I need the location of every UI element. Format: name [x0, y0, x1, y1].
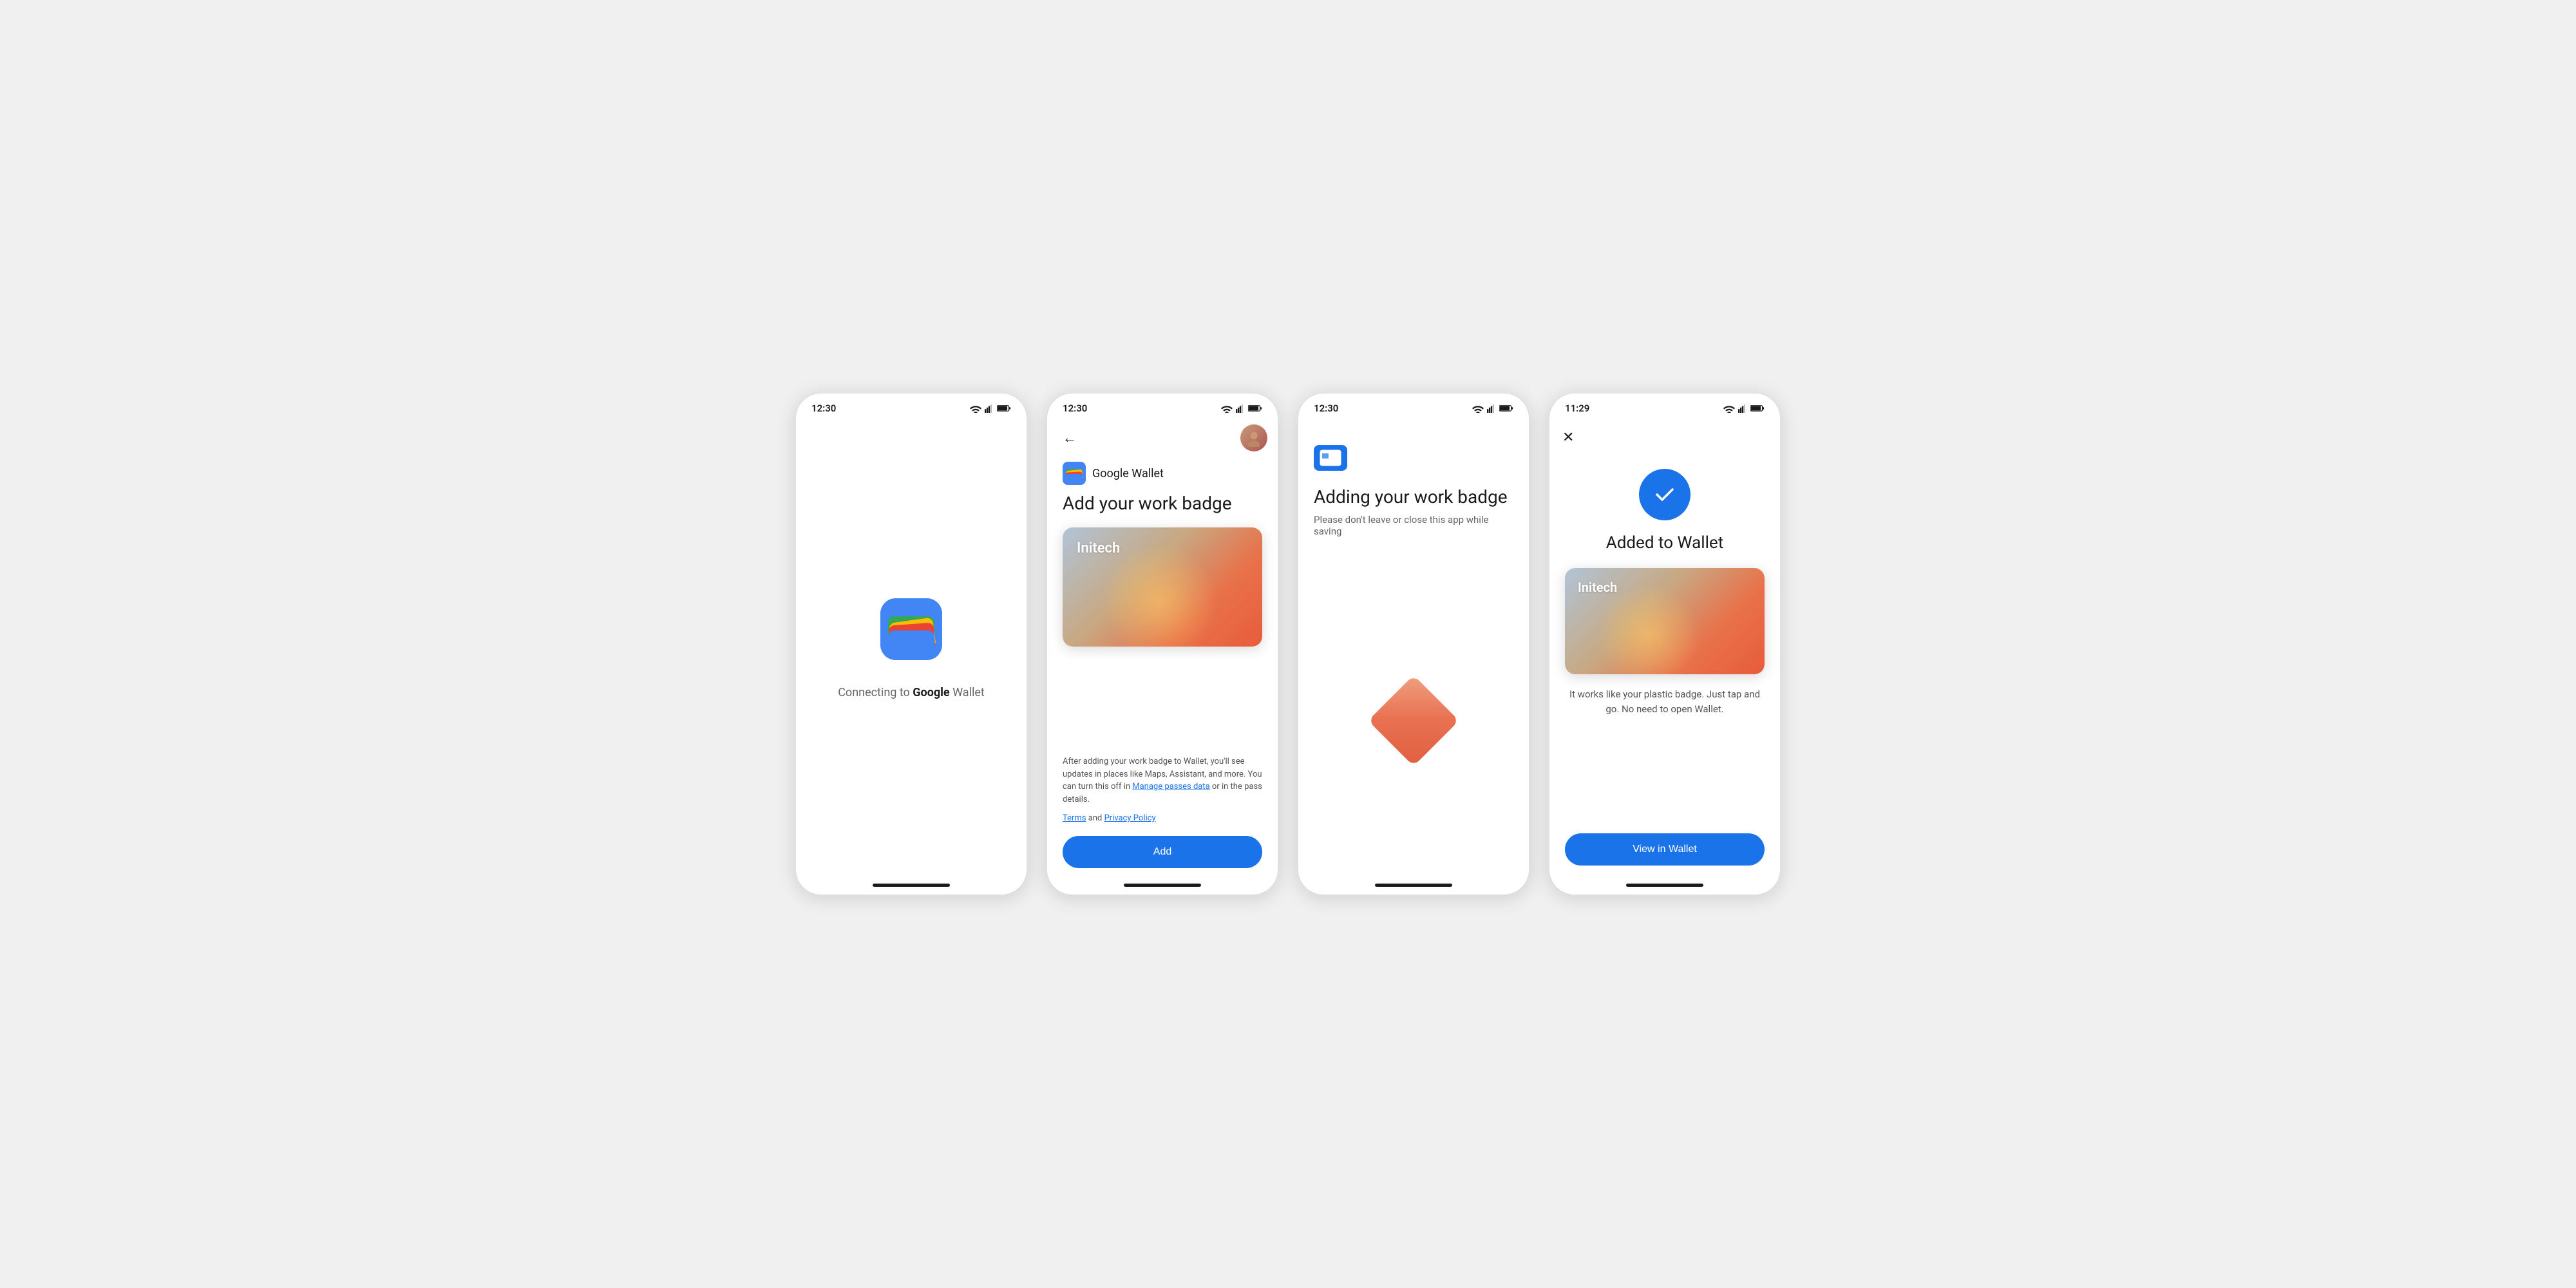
wifi-icon-4	[1723, 404, 1735, 413]
home-indicator-4[interactable]	[1626, 884, 1703, 887]
view-in-wallet-button[interactable]: View in Wallet	[1565, 833, 1765, 866]
status-icons-4	[1723, 404, 1765, 413]
initech-badge-card: Initech	[1063, 527, 1262, 647]
signal-icon-2	[1236, 404, 1245, 413]
wifi-icon	[970, 404, 981, 413]
screen3-phone: 12:30 Adding your work badge Pleas	[1298, 393, 1530, 895]
adding-subtitle: Please don't leave or close this app whi…	[1314, 514, 1513, 537]
connecting-prefix: Connecting to	[838, 686, 913, 699]
screen4-phone: 11:29 ✕ Added to Wallet Initech	[1549, 393, 1781, 895]
privacy-link[interactable]: Privacy Policy	[1104, 813, 1156, 823]
status-time-1: 12:30	[811, 402, 836, 414]
terms-and: and	[1086, 813, 1104, 823]
connecting-screen: Connecting to Google Wallet	[796, 419, 1027, 878]
adding-title: Adding your work badge	[1314, 486, 1508, 507]
wifi-icon-2	[1221, 404, 1233, 413]
screen2-content: Google Wallet Add your work badge Initec…	[1047, 457, 1278, 878]
id-card-icon	[1319, 449, 1342, 467]
manage-passes-link[interactable]: Manage passes data	[1132, 782, 1209, 791]
loading-spinner	[1368, 675, 1459, 766]
status-icons-3	[1472, 404, 1513, 413]
google-wallet-logo	[1063, 462, 1086, 485]
brand-name: Google Wallet	[1092, 467, 1164, 480]
home-indicator-2[interactable]	[1124, 884, 1201, 887]
signal-icon-4	[1738, 404, 1747, 413]
screen3-content-wrapper: Adding your work badge Please don't leav…	[1298, 419, 1529, 878]
battery-icon	[997, 404, 1011, 412]
back-button[interactable]: ←	[1057, 424, 1082, 451]
initech-badge-card-small: Initech	[1565, 568, 1765, 674]
status-bar-2: 12:30	[1047, 393, 1278, 419]
status-time-3: 12:30	[1314, 402, 1338, 414]
added-screen: Added to Wallet Initech It works like yo…	[1549, 456, 1780, 878]
added-title: Added to Wallet	[1606, 533, 1723, 553]
screen2-nav: ←	[1047, 419, 1278, 457]
connecting-suffix: Wallet	[950, 686, 985, 699]
connecting-label: Connecting to Google Wallet	[838, 686, 985, 699]
footer-description: After adding your work badge to Wallet, …	[1063, 755, 1262, 806]
checkmark-icon	[1652, 482, 1678, 507]
battery-icon-3	[1499, 404, 1513, 412]
battery-icon-4	[1750, 404, 1765, 412]
status-time-2: 12:30	[1063, 402, 1087, 414]
badge-company-name-small: Initech	[1578, 580, 1617, 595]
screen1-phone: 12:30	[795, 393, 1027, 895]
status-bar-1: 12:30	[796, 393, 1027, 419]
add-badge-title: Add your work badge	[1063, 493, 1262, 515]
close-button[interactable]: ✕	[1560, 427, 1577, 448]
adding-screen: Adding your work badge Please don't leav…	[1298, 419, 1529, 878]
add-button[interactable]: Add	[1063, 836, 1262, 868]
success-circle	[1639, 469, 1690, 520]
screen2-body: Google Wallet Add your work badge Initec…	[1047, 457, 1278, 878]
status-time-4: 11:29	[1565, 402, 1589, 414]
home-indicator-1[interactable]	[873, 884, 950, 887]
status-bar-3: 12:30	[1298, 393, 1529, 419]
status-bar-4: 11:29	[1549, 393, 1780, 419]
avatar[interactable]	[1240, 424, 1267, 451]
footer-terms: Terms and Privacy Policy	[1063, 813, 1262, 823]
avatar-icon	[1245, 429, 1263, 447]
badge-company-name: Initech	[1077, 540, 1120, 556]
id-badge-icon	[1314, 445, 1347, 471]
home-indicator-3[interactable]	[1375, 884, 1452, 887]
wallet-icon-svg	[880, 598, 942, 660]
connecting-bold: Google	[913, 686, 949, 699]
signal-icon	[985, 404, 994, 413]
wifi-icon-3	[1472, 404, 1484, 413]
signal-icon-3	[1487, 404, 1496, 413]
terms-link[interactable]: Terms	[1063, 813, 1086, 823]
status-icons-2	[1221, 404, 1262, 413]
screen2-footer: After adding your work badge to Wallet, …	[1063, 755, 1262, 873]
card-glow-small	[1597, 584, 1700, 674]
screen1-content: Connecting to Google Wallet	[796, 419, 1027, 878]
battery-icon-2	[1248, 404, 1262, 412]
app-icon	[880, 598, 942, 660]
screen4-content-wrapper: Added to Wallet Initech It works like yo…	[1549, 456, 1780, 878]
status-icons-1	[970, 404, 1011, 413]
screen4-nav: ✕	[1549, 419, 1780, 456]
screen2-phone: 12:30 ←	[1046, 393, 1278, 895]
added-description: It works like your plastic badge. Just t…	[1565, 687, 1765, 716]
brand-row: Google Wallet	[1063, 462, 1262, 485]
card-glow	[1101, 544, 1217, 647]
screens-container: 12:30	[795, 393, 1781, 895]
